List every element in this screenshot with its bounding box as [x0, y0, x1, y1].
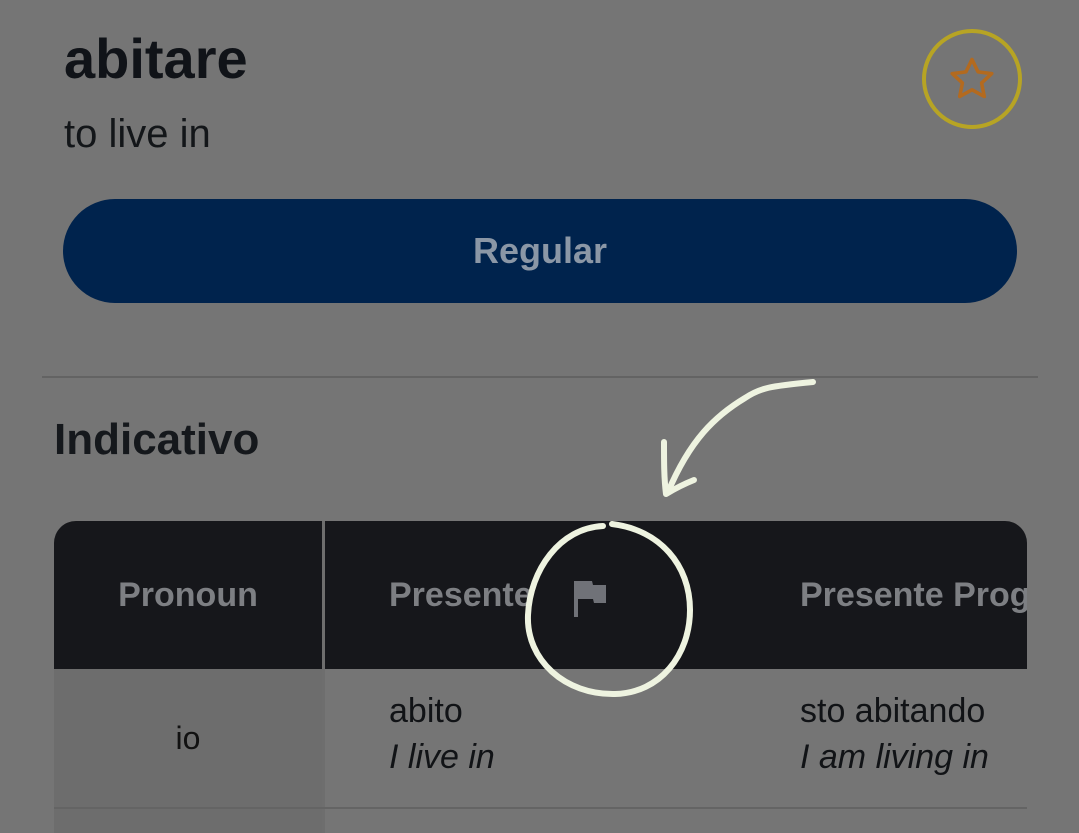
annotation-arrowhead [661, 439, 697, 497]
translation: I am living in [800, 737, 989, 776]
header-presente[interactable]: Presente [389, 521, 533, 669]
regular-button[interactable]: Regular [63, 199, 1017, 303]
verb-meaning: to live in [64, 112, 211, 156]
pronoun-cell: io [54, 669, 322, 807]
header-presente-progressivo[interactable]: Presente Progr [800, 521, 1027, 669]
table-row: io abito I live in sto abitando I am liv… [54, 669, 1027, 807]
conjugation-table: Pronoun Presente Presente Progr io abito… [54, 521, 1027, 833]
annotation-arrow [665, 379, 816, 495]
star-icon [950, 57, 994, 99]
flag-icon[interactable] [572, 579, 608, 619]
divider [42, 376, 1038, 378]
header-pronoun: Pronoun [118, 575, 258, 614]
section-title: Indicativo [54, 415, 260, 464]
conjugated-form: sto abitando [800, 692, 986, 730]
favorite-button[interactable] [922, 29, 1022, 129]
verb-title: abitare [64, 27, 248, 90]
translation: I live in [389, 737, 495, 776]
table-header: Pronoun Presente Presente Progr [54, 521, 1027, 669]
progressive-cell: sto abitando I am living in [800, 689, 989, 781]
pronoun-cell [54, 809, 322, 833]
conjugated-form: abito [389, 692, 463, 730]
presente-cell: abito I live in [389, 689, 495, 781]
